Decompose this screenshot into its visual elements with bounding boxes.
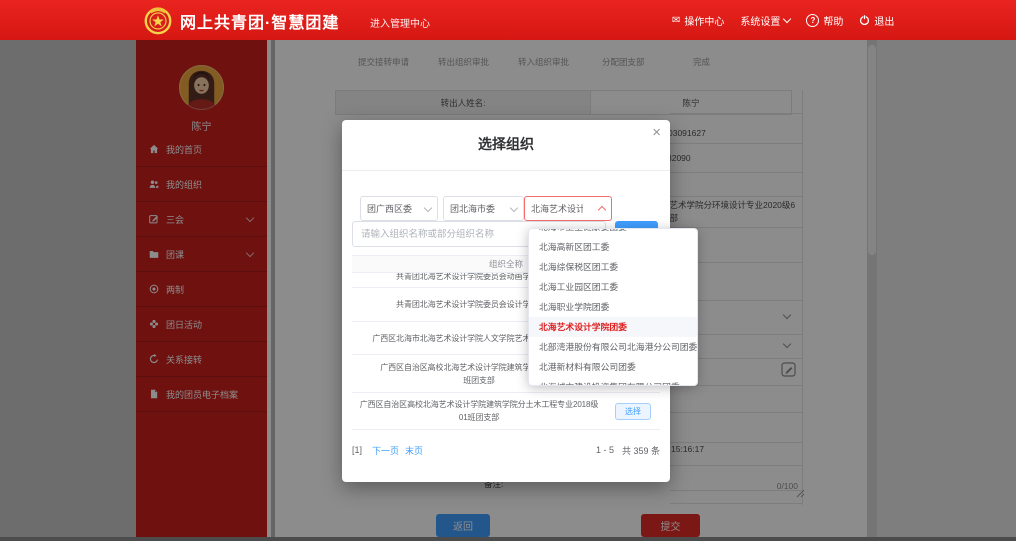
dropdown-item[interactable]: 北海综保税区团工委	[529, 257, 697, 277]
power-icon	[859, 14, 870, 26]
dropdown-item-selected[interactable]: 北海艺术设计学院团委	[529, 317, 697, 337]
menu-message-center[interactable]: ✉ 操作中心	[672, 13, 724, 28]
chevron-down-icon	[510, 203, 518, 211]
question-icon: ?	[806, 14, 819, 27]
dropdown-item[interactable]: 北港新材料有限公司团委	[529, 357, 697, 377]
table-row[interactable]: 广西区自治区高校北海艺术设计学院建筑学院分土木工程专业2018级 01班团支部 …	[352, 393, 660, 430]
modal-divider	[342, 170, 670, 171]
dropdown-item[interactable]: 北海城市建设投资集团有限公司团委	[529, 377, 697, 386]
dropdown-item[interactable]: 北海高新区团工委	[529, 237, 697, 257]
chevron-down-icon	[783, 15, 791, 23]
modal-title: 选择组织	[342, 134, 670, 154]
menu-logout[interactable]: 退出	[859, 13, 894, 28]
header-menu: ✉ 操作中心 系统设置 ? 帮助 退出	[672, 0, 894, 40]
mail-icon: ✉	[672, 15, 680, 26]
region-select[interactable]: 团广西区委	[360, 196, 438, 221]
pagination-range: 1 - 5	[596, 445, 614, 455]
org-dropdown-panel: 北海市卫生健康委团委 北海高新区团工委 北海综保税区团工委 北海工业园区团工委 …	[528, 228, 698, 386]
chevron-down-icon	[424, 203, 432, 211]
dropdown-item[interactable]: 北部湾港股份有限公司北海港分公司团委	[529, 337, 697, 357]
org-dropdown-list: 北海市卫生健康委团委 北海高新区团工委 北海综保税区团工委 北海工业园区团工委 …	[529, 228, 697, 386]
organization-select[interactable]: 北海艺术设计学院团委	[524, 196, 612, 221]
menu-help[interactable]: ? 帮助	[806, 13, 843, 28]
dropdown-item[interactable]: 北海工业园区团工委	[529, 277, 697, 297]
league-emblem-logo	[142, 4, 174, 36]
pagination-current-page[interactable]: [1]	[352, 445, 362, 455]
app-title: 网上共青团·智慧团建	[180, 9, 339, 33]
menu-system-settings[interactable]: 系统设置	[740, 13, 790, 28]
pagination-total: 共 359 条	[622, 444, 660, 457]
top-header-bar: 网上共青团·智慧团建 进入管理中心 ✉ 操作中心 系统设置 ? 帮助 退出	[0, 0, 1016, 40]
chevron-up-icon	[598, 206, 606, 214]
row-select-button[interactable]: 选择	[615, 403, 651, 420]
city-select[interactable]: 团北海市委	[443, 196, 524, 221]
enter-admin-link[interactable]: 进入管理中心	[370, 15, 430, 30]
pagination: [1] 下一页 末页 1 - 5 共 359 条	[352, 438, 660, 462]
dropdown-item[interactable]: 北海市卫生健康委团委	[529, 228, 697, 237]
pagination-last[interactable]: 末页	[405, 444, 423, 457]
pagination-next[interactable]: 下一页	[372, 444, 399, 457]
dropdown-item[interactable]: 北海职业学院团委	[529, 297, 697, 317]
